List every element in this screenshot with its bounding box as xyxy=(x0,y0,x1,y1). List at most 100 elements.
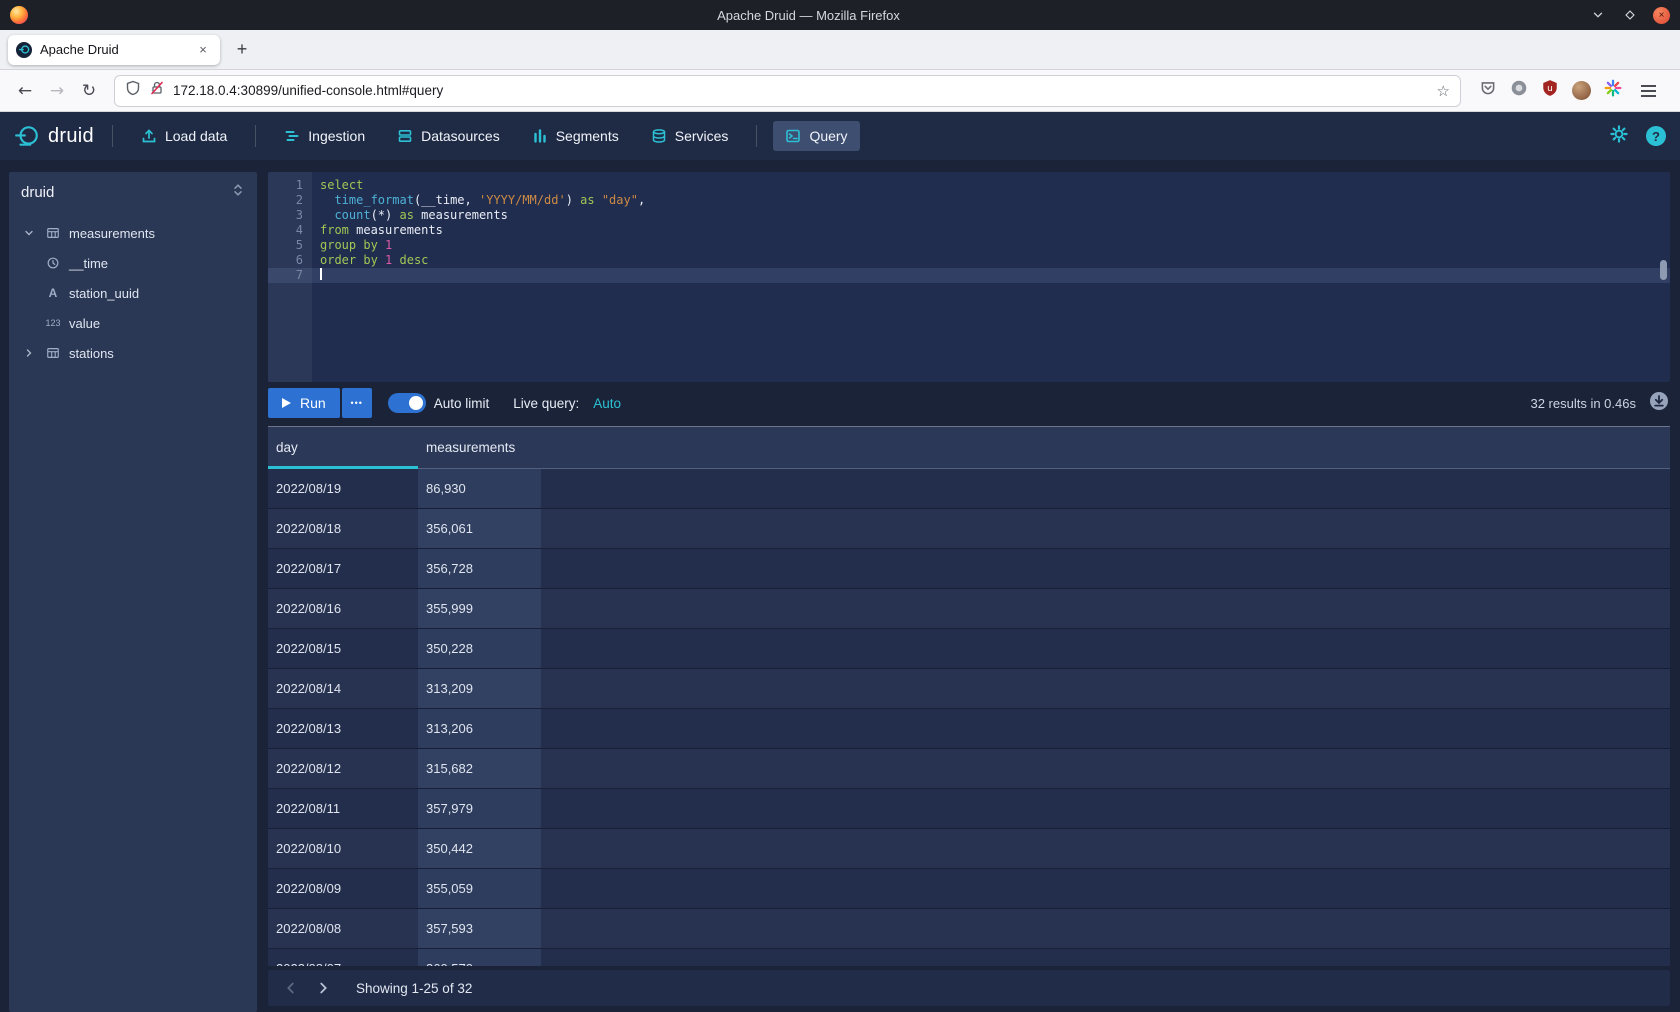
column-header-day[interactable]: day xyxy=(268,427,418,468)
nav-item-segments[interactable]: Segments xyxy=(520,121,631,151)
tracking-shield-icon[interactable] xyxy=(125,80,141,101)
cell-measurements[interactable]: 313,206 xyxy=(418,709,541,748)
sort-double-caret-icon[interactable] xyxy=(231,183,245,202)
chevron-down-icon[interactable] xyxy=(21,227,37,239)
table-row[interactable]: 2022/08/11357,979 xyxy=(268,789,1670,829)
tree-item-stations[interactable]: stations xyxy=(9,338,257,368)
druid-header: druid Load data Ingestion Datasources Se… xyxy=(0,112,1680,160)
cell-day[interactable]: 2022/08/07 xyxy=(268,949,418,966)
window-title: Apache Druid — Mozilla Firefox xyxy=(28,8,1589,23)
back-button[interactable]: ← xyxy=(10,76,40,106)
druid-logo-icon xyxy=(14,123,40,149)
pagination-next-button[interactable] xyxy=(308,973,338,1003)
cell-measurements[interactable]: 350,442 xyxy=(418,829,541,868)
toggle-knob xyxy=(409,396,423,410)
privacy-extension-icon[interactable] xyxy=(1510,79,1528,102)
window-maximize-button[interactable] xyxy=(1621,6,1639,24)
run-button[interactable]: Run xyxy=(268,388,340,418)
cell-measurements[interactable]: 86,930 xyxy=(418,469,541,508)
browser-tab[interactable]: Apache Druid × xyxy=(8,35,220,65)
nav-item-datasources[interactable]: Datasources xyxy=(385,121,512,151)
editor-code[interactable]: select time_format(__time, 'YYYY/MM/dd')… xyxy=(312,172,1670,382)
table-row[interactable]: 2022/08/14313,209 xyxy=(268,669,1670,709)
chevron-right-icon[interactable] xyxy=(21,347,37,359)
cell-day[interactable]: 2022/08/14 xyxy=(268,669,418,708)
table-row[interactable]: 2022/08/13313,206 xyxy=(268,709,1670,749)
tree-item-time[interactable]: __time xyxy=(9,248,257,278)
play-icon xyxy=(282,398,291,408)
cell-day[interactable]: 2022/08/15 xyxy=(268,629,418,668)
tree-item-value[interactable]: 123 value xyxy=(9,308,257,338)
bookmark-star-icon[interactable]: ☆ xyxy=(1437,82,1450,100)
cell-measurements[interactable]: 360,570 xyxy=(418,949,541,966)
live-query-mode-link[interactable]: Auto xyxy=(593,396,621,411)
table-row[interactable]: 2022/08/16355,999 xyxy=(268,589,1670,629)
ublock-icon[interactable]: u xyxy=(1541,79,1559,102)
row-filler xyxy=(541,829,1670,868)
cell-measurements[interactable]: 356,061 xyxy=(418,509,541,548)
table-row[interactable]: 2022/08/09355,059 xyxy=(268,869,1670,909)
table-row[interactable]: 2022/08/12315,682 xyxy=(268,749,1670,789)
table-row[interactable]: 2022/08/15350,228 xyxy=(268,629,1670,669)
pagination-prev-button[interactable] xyxy=(276,973,306,1003)
tree-item-measurements[interactable]: measurements xyxy=(9,218,257,248)
settings-gear-icon[interactable] xyxy=(1610,125,1628,148)
window-minimize-button[interactable] xyxy=(1589,6,1607,24)
column-header-measurements[interactable]: measurements xyxy=(418,427,541,468)
reload-button[interactable]: ↻ xyxy=(74,76,104,106)
cell-measurements[interactable]: 313,209 xyxy=(418,669,541,708)
nav-item-ingestion[interactable]: Ingestion xyxy=(272,121,377,151)
cell-day[interactable]: 2022/08/08 xyxy=(268,909,418,948)
run-more-button[interactable]: ••• xyxy=(342,388,372,418)
cell-day[interactable]: 2022/08/17 xyxy=(268,549,418,588)
table-row[interactable]: 2022/08/17356,728 xyxy=(268,549,1670,589)
druid-logo[interactable]: druid xyxy=(14,123,100,149)
table-row[interactable]: 2022/08/08357,593 xyxy=(268,909,1670,949)
window-titlebar[interactable]: Apache Druid — Mozilla Firefox × xyxy=(0,0,1680,30)
sql-editor[interactable]: 1 2 3 4 5 6 7 select time_format(__time,… xyxy=(268,172,1670,382)
download-results-icon[interactable] xyxy=(1648,390,1670,417)
auto-limit-label[interactable]: Auto limit xyxy=(434,396,490,411)
nav-separator xyxy=(112,125,113,147)
url-bar[interactable]: 172.18.0.4:30899/unified-console.html#qu… xyxy=(114,75,1461,107)
tree-item-station-uuid[interactable]: A station_uuid xyxy=(9,278,257,308)
editor-line: select xyxy=(320,178,1670,193)
new-tab-button[interactable]: + xyxy=(228,36,256,64)
container-pinwheel-icon[interactable] xyxy=(1604,79,1622,102)
table-row[interactable]: 2022/08/07360,570 xyxy=(268,949,1670,966)
menu-hamburger-button[interactable] xyxy=(1635,79,1662,103)
forward-button[interactable]: → xyxy=(42,76,72,106)
editor-scrollbar-thumb[interactable] xyxy=(1660,260,1667,280)
insecure-lock-icon[interactable] xyxy=(149,80,165,101)
cell-measurements[interactable]: 350,228 xyxy=(418,629,541,668)
nav-item-load-data[interactable]: Load data xyxy=(129,121,239,151)
cell-day[interactable]: 2022/08/12 xyxy=(268,749,418,788)
cell-measurements[interactable]: 355,999 xyxy=(418,589,541,628)
cell-day[interactable]: 2022/08/19 xyxy=(268,469,418,508)
cell-measurements[interactable]: 315,682 xyxy=(418,749,541,788)
tab-close-icon[interactable]: × xyxy=(194,41,212,59)
nav-item-query[interactable]: Query xyxy=(773,121,859,151)
table-row[interactable]: 2022/08/18356,061 xyxy=(268,509,1670,549)
url-text[interactable]: 172.18.0.4:30899/unified-console.html#qu… xyxy=(173,83,1429,98)
cell-measurements[interactable]: 356,728 xyxy=(418,549,541,588)
pocket-icon[interactable] xyxy=(1479,79,1497,102)
cell-day[interactable]: 2022/08/09 xyxy=(268,869,418,908)
table-row[interactable]: 2022/08/1986,930 xyxy=(268,469,1670,509)
cell-day[interactable]: 2022/08/18 xyxy=(268,509,418,548)
cell-day[interactable]: 2022/08/16 xyxy=(268,589,418,628)
table-row[interactable]: 2022/08/10350,442 xyxy=(268,829,1670,869)
cell-day[interactable]: 2022/08/10 xyxy=(268,829,418,868)
cell-day[interactable]: 2022/08/11 xyxy=(268,789,418,828)
window-close-button[interactable]: × xyxy=(1653,7,1670,24)
browser-toolbar: ← → ↻ 172.18.0.4:30899/unified-console.h… xyxy=(0,70,1680,112)
table-icon xyxy=(43,346,63,360)
cell-measurements[interactable]: 357,979 xyxy=(418,789,541,828)
cell-day[interactable]: 2022/08/13 xyxy=(268,709,418,748)
nav-item-services[interactable]: Services xyxy=(639,121,741,151)
help-icon[interactable]: ? xyxy=(1646,126,1666,146)
cell-measurements[interactable]: 357,593 xyxy=(418,909,541,948)
cell-measurements[interactable]: 355,059 xyxy=(418,869,541,908)
profile-avatar[interactable] xyxy=(1572,81,1591,100)
auto-limit-toggle[interactable] xyxy=(388,393,426,413)
